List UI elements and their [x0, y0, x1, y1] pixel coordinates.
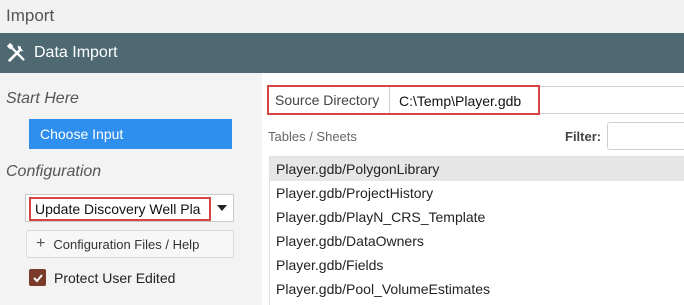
source-directory-label: Source Directory — [275, 92, 380, 108]
tables-sheets-label: Tables / Sheets — [268, 129, 357, 144]
left-panel: Start Here Choose Input Configuration Up… — [0, 73, 262, 305]
tables-list[interactable]: Player.gdb/PolygonLibrary Player.gdb/Proj… — [269, 156, 684, 305]
window-title: Import — [0, 0, 684, 33]
choose-input-button[interactable]: Choose Input — [29, 119, 232, 149]
protect-label: Protect User Edited — [54, 269, 176, 286]
configuration-selected-value: Update Discovery Well Pla — [29, 197, 211, 221]
plus-icon: + — [36, 235, 46, 252]
source-directory-field[interactable]: Source Directory C:\Temp\Player.gdb — [267, 85, 540, 115]
list-item[interactable]: Player.gdb/DataOwners — [270, 229, 684, 253]
page-title: Data Import — [34, 44, 118, 61]
tools-icon — [6, 42, 25, 62]
configuration-select[interactable]: Update Discovery Well Pla — [25, 194, 234, 222]
source-directory-field-extension[interactable] — [540, 86, 684, 114]
filter-input[interactable] — [607, 122, 684, 150]
filter-label: Filter: — [565, 129, 602, 144]
list-item[interactable]: Player.gdb/Pool_VolumeEstimates — [270, 277, 684, 301]
configuration-files-label: Configuration Files / Help — [53, 236, 200, 252]
protect-checkbox[interactable] — [29, 269, 46, 286]
chevron-down-icon[interactable] — [217, 205, 227, 211]
configuration-files-button[interactable]: + Configuration Files / Help — [26, 230, 234, 258]
configuration-heading: Configuration — [6, 163, 102, 180]
protect-user-edited-row[interactable]: Protect User Edited — [29, 269, 175, 286]
list-item[interactable]: Player.gdb/Fields — [270, 253, 684, 277]
source-directory-value[interactable]: C:\Temp\Player.gdb — [399, 93, 521, 109]
list-item[interactable]: Player.gdb/PolygonLibrary — [270, 157, 684, 181]
divider — [389, 87, 390, 113]
checkmark-icon — [32, 273, 43, 282]
start-here-heading: Start Here — [6, 90, 79, 107]
list-item[interactable]: Player.gdb/PlayN_CRS_Template — [270, 205, 684, 229]
header-bar: Data Import — [0, 33, 684, 73]
list-item[interactable]: Player.gdb/ProjectHistory — [270, 181, 684, 205]
